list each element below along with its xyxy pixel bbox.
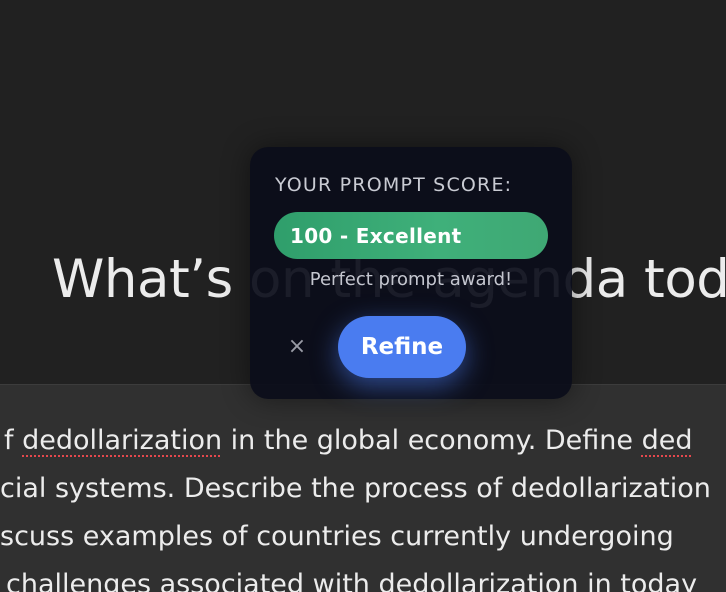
- prompt-text-line: challenges associated with dedollarizati…: [6, 569, 698, 592]
- prompt-text-line: scuss examples of countries currently un…: [0, 521, 674, 552]
- misspelled-word[interactable]: ded: [642, 425, 693, 456]
- chat-app: What’s on the agenda today f dedollariza…: [0, 0, 726, 592]
- score-message: Perfect prompt award!: [309, 269, 513, 290]
- misspelled-word[interactable]: dedollarization: [22, 425, 222, 456]
- close-icon[interactable]: ×: [286, 334, 308, 360]
- score-value: 100 - Excellent: [290, 223, 462, 248]
- prompt-input[interactable]: f dedollarization in the global economy.…: [0, 384, 726, 592]
- prompt-text-line: cial systems. Describe the process of de…: [0, 473, 711, 504]
- prompt-text-line: f dedollarization in the global economy.…: [4, 425, 693, 456]
- prompt-score-popup: YOUR PROMPT SCORE: 100 - Excellent Perfe…: [250, 147, 572, 399]
- popup-title: YOUR PROMPT SCORE:: [275, 174, 513, 196]
- refine-button[interactable]: Refine: [338, 316, 466, 378]
- score-badge: 100 - Excellent: [274, 212, 548, 259]
